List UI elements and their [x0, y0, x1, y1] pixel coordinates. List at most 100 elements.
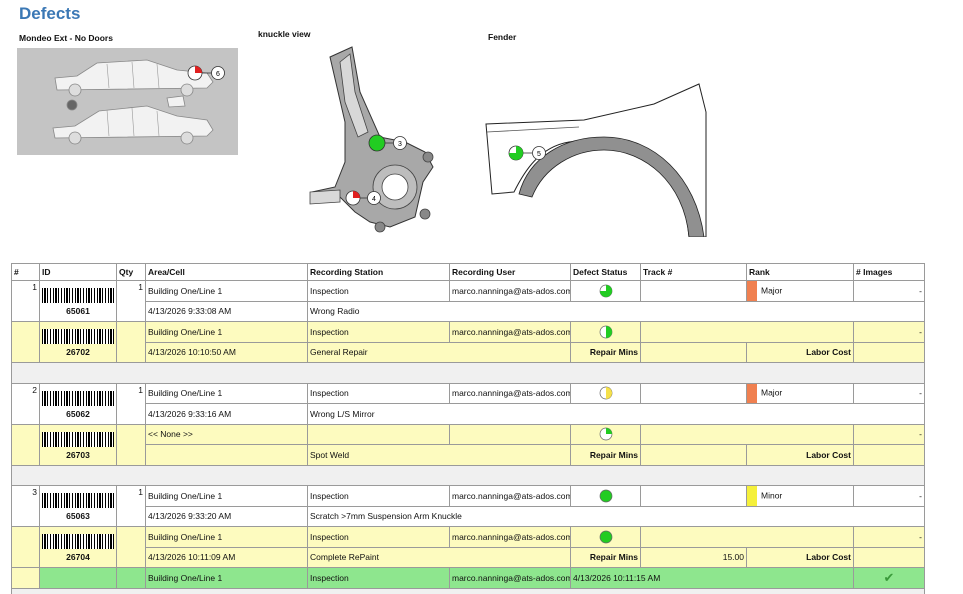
status-pie-background [599, 489, 612, 503]
defect-area: Building One/Line 1 [145, 485, 308, 507]
repair-mins-value [640, 444, 747, 466]
header-num[interactable]: # [11, 263, 40, 281]
defect-number: 2 [11, 382, 40, 425]
car-image-caption: Mondeo Ext - No Doors [19, 33, 113, 43]
repair-mins-value [640, 341, 747, 363]
defect-qty: 1 [116, 382, 146, 425]
header-area[interactable]: Area/Cell [145, 263, 308, 281]
repair-station [307, 423, 450, 445]
defect-images[interactable]: - [853, 382, 925, 404]
repair-area: Building One/Line 1 [145, 526, 308, 548]
repair-images[interactable]: - [853, 321, 925, 343]
marker-3-label: 3 [398, 141, 402, 148]
defect-row[interactable]: 1 65061 1 Building One/Line 1 Inspection… [11, 280, 925, 322]
repair-status-cell [570, 526, 641, 548]
header-status[interactable]: Defect Status [570, 263, 641, 281]
defect-qty: 1 [116, 280, 146, 322]
repair-row[interactable]: 26704 Building One/Line 1 Inspection mar… [11, 526, 925, 568]
labor-cost-label: Labor Cost [746, 444, 854, 466]
repair-status-icon[interactable] [599, 427, 613, 441]
header-qty[interactable]: Qty [116, 263, 146, 281]
repair-mins-label: Repair Mins [570, 444, 641, 466]
verification-row[interactable]: Building One/Line 1 Inspection marco.nan… [11, 567, 925, 589]
barcode-graphic [42, 390, 114, 406]
defect-images[interactable]: - [853, 280, 925, 302]
defect-images[interactable]: - [853, 485, 925, 507]
car-body-image[interactable]: 6 [17, 48, 238, 155]
verify-id-spacer [39, 567, 117, 589]
labor-cost-label: Labor Cost [746, 546, 854, 568]
defect-status-icon[interactable] [599, 284, 613, 298]
repair-images[interactable]: - [853, 423, 925, 445]
repair-mins-label: Repair Mins [570, 341, 641, 363]
defect-detail-row: 4/13/2026 9:33:16 AM Wrong L/S Mirror [11, 403, 925, 425]
header-id[interactable]: ID [39, 263, 117, 281]
defect-datetime: 4/13/2026 9:33:20 AM [145, 505, 308, 527]
page-title: Defects [19, 4, 81, 23]
defect-barcode[interactable]: 65061 [39, 280, 117, 322]
repair-area: Building One/Line 1 [145, 321, 308, 343]
status-pie-slice [605, 325, 612, 338]
repair-row[interactable]: 26702 Building One/Line 1 Inspection mar… [11, 321, 925, 363]
defect-row[interactable]: 2 65062 1 Building One/Line 1 Inspection… [11, 382, 925, 425]
header-station[interactable]: Recording Station [307, 263, 450, 281]
defect-barcode[interactable]: 65063 [39, 485, 117, 527]
defect-user: marco.nanninga@ats-ados.com [449, 382, 571, 404]
defect-barcode[interactable]: 65062 [39, 382, 117, 425]
repair-barcode[interactable]: 26702 [39, 321, 117, 363]
header-rank[interactable]: Rank [746, 263, 854, 281]
defect-status-cell [570, 280, 641, 302]
labor-cost-value [853, 546, 925, 568]
knuckle-image-caption: knuckle view [258, 29, 311, 39]
defect-track [640, 382, 747, 404]
repair-status-cell [570, 321, 641, 343]
defect-user: marco.nanninga@ats-ados.com [449, 280, 571, 302]
defect-status-icon[interactable] [599, 386, 613, 400]
repair-type: Complete RePaint [307, 546, 571, 568]
repair-detail-row: 4/13/2026 10:11:09 AM Complete RePaint R… [11, 546, 925, 568]
repair-id: 26704 [66, 552, 90, 562]
defect-marker-3[interactable]: 3 [368, 134, 410, 152]
defect-marker-6[interactable]: 6 [187, 65, 227, 83]
repair-station: Inspection [307, 321, 450, 343]
fender-image-caption: Fender [488, 32, 517, 42]
defect-marker-5[interactable]: 5 [508, 145, 548, 163]
defect-datetime: 4/13/2026 9:33:08 AM [145, 300, 308, 322]
repair-status-icon[interactable] [599, 325, 613, 339]
verify-num-spacer [11, 567, 40, 589]
verify-station: Inspection [307, 567, 450, 589]
repair-status-cell [570, 423, 641, 445]
barcode-graphic [42, 288, 114, 303]
defect-status-cell [570, 382, 641, 404]
defect-marker-4[interactable]: 4 [345, 190, 381, 208]
group-separator [11, 362, 925, 384]
defect-detail-row: 4/13/2026 9:33:20 AM Scratch >7mm Suspen… [11, 505, 925, 527]
repair-barcode[interactable]: 26704 [39, 526, 117, 568]
defect-status-icon[interactable] [599, 489, 613, 503]
repair-qty-spacer [116, 423, 146, 466]
repair-datetime: 4/13/2026 10:11:09 AM [145, 546, 308, 568]
repair-status-icon[interactable] [599, 530, 613, 544]
checkmark-icon[interactable]: ✔ [884, 570, 895, 585]
defect-id: 65061 [66, 306, 90, 316]
repair-barcode[interactable]: 26703 [39, 423, 117, 466]
header-track[interactable]: Track # [640, 263, 747, 281]
marker-5-label: 5 [537, 151, 541, 158]
repair-detail-row: 4/13/2026 10:10:50 AM General Repair Rep… [11, 341, 925, 363]
fender-image[interactable]: 5 [484, 82, 709, 238]
rank-color-swatch [747, 281, 757, 301]
header-user[interactable]: Recording User [449, 263, 571, 281]
repair-detail-row: Spot Weld Repair Mins Labor Cost [11, 444, 925, 466]
header-images[interactable]: # Images [853, 263, 925, 281]
defect-rank: Minor [761, 490, 783, 500]
repair-images[interactable]: - [853, 526, 925, 548]
marker-4-label: 4 [372, 196, 376, 203]
defect-row[interactable]: 3 65063 1 Building One/Line 1 Inspection… [11, 485, 925, 527]
repair-num-spacer [11, 321, 40, 363]
repair-datetime: 4/13/2026 10:10:50 AM [145, 341, 308, 363]
knuckle-image[interactable]: 3 4 [300, 42, 442, 247]
group-separator [11, 464, 925, 486]
repair-row[interactable]: 26703 << None >> - [11, 423, 925, 466]
defect-id: 65062 [66, 408, 90, 419]
defect-rank: Major [761, 387, 783, 398]
